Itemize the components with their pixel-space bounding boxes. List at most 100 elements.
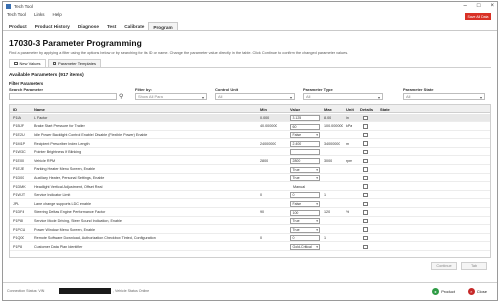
continue-button[interactable]: Continue xyxy=(431,262,457,270)
close-button[interactable]: × Close xyxy=(467,287,487,296)
details-checkbox[interactable] xyxy=(363,235,368,241)
details-checkbox[interactable] xyxy=(363,244,368,249)
table-row[interactable]: JPL Lane change supports LDC enable False ▾ xyxy=(10,200,490,208)
table-row[interactable]: P1BJF Brake Start Pressure for Trailer 40.… xyxy=(10,123,490,131)
section-title: Available Parameters (917 items) xyxy=(9,73,84,78)
menu-item-links[interactable]: Links xyxy=(34,12,45,17)
tab-test[interactable]: Test xyxy=(103,22,120,30)
status-bar: Connection Status: VIN , Vehicle Status … xyxy=(3,282,497,300)
page-description: Find a parameter by applying a filter us… xyxy=(9,51,349,55)
table-row[interactable]: P1P8 Customer Data Plan Identifier Gold-Cr… xyxy=(10,243,490,251)
close-icon[interactable]: × xyxy=(490,3,494,9)
menu-item-help[interactable]: Help xyxy=(52,12,61,17)
col-value[interactable]: Value xyxy=(290,107,300,112)
cell-max: 8.00 xyxy=(324,115,332,120)
main-tabs: Product Product History Diagnose Test Ca… xyxy=(3,22,497,31)
cell-max: 1 xyxy=(324,193,327,198)
save-all-button[interactable]: Save All Data xyxy=(465,13,491,20)
value-select[interactable]: True ▾ xyxy=(290,166,320,173)
parameter-state-label: Parameter State xyxy=(403,87,434,92)
details-checkbox[interactable] xyxy=(363,201,368,206)
parameter-type-select[interactable]: All ▾ xyxy=(303,93,383,100)
tab-product-history[interactable]: Product History xyxy=(31,22,74,30)
value-select[interactable]: False ▾ xyxy=(290,201,320,207)
tab-button[interactable]: Tab xyxy=(461,262,487,270)
value-select[interactable]: Gold-Critical ▾ xyxy=(290,244,320,250)
col-unit[interactable]: Unit xyxy=(346,107,354,112)
value-select[interactable]: True ▾ xyxy=(290,218,320,225)
details-checkbox[interactable] xyxy=(363,141,368,146)
cell-unit: rpm xyxy=(346,158,353,163)
search-input[interactable] xyxy=(9,93,117,100)
table-header: ID Name Min Value Max Unit Details State xyxy=(10,105,490,113)
table-row[interactable]: P1IA L Factor 0.000 3.125 8.00 in xyxy=(10,114,490,122)
cell-max: 100.000000 xyxy=(324,124,344,129)
details-checkbox[interactable] xyxy=(363,192,368,198)
table-row[interactable]: P1PCU Power Window Menu Screen, Enable Tru… xyxy=(10,226,490,234)
value-input[interactable]: 3.125 xyxy=(290,115,320,121)
table-row[interactable]: P1W3C Pointer Brightness If Blinking xyxy=(10,148,490,157)
details-checkbox[interactable] xyxy=(363,175,368,181)
details-checkbox[interactable] xyxy=(363,132,368,138)
parameter-state-select[interactable]: All ▾ xyxy=(403,93,485,100)
table-row[interactable]: P1EJE Parking Heater Menu Screen, Enable T… xyxy=(10,166,490,174)
product-label: Product xyxy=(441,289,455,294)
product-button[interactable]: ▸ Product xyxy=(432,287,455,296)
details-checkbox[interactable] xyxy=(363,115,368,120)
details-checkbox[interactable] xyxy=(363,158,368,163)
table-row[interactable]: P1M1P Recipient Prescriber Index Length 24… xyxy=(10,140,490,148)
col-max[interactable]: Max xyxy=(324,107,332,112)
filter-by-select[interactable]: Show All Para ▾ xyxy=(135,93,207,100)
cell-value: True xyxy=(292,227,300,232)
cell-value: 0 xyxy=(292,236,295,241)
value-input[interactable]: 100 xyxy=(290,209,320,216)
table-row[interactable]: P1D00 Auxiliary Heater, Personal Settings… xyxy=(10,174,490,183)
tab-program[interactable]: Program xyxy=(148,22,178,30)
chevron-down-icon: ▾ xyxy=(479,95,482,100)
search-icon[interactable]: ⚲ xyxy=(119,93,123,100)
table-row[interactable]: P1E00 Vehicle RPM 2800 2800 3000 rpm xyxy=(10,157,490,165)
table-row[interactable]: P1WJT Service Indicator Limit 0 0 1 xyxy=(10,191,490,200)
control-unit-select[interactable]: All ▾ xyxy=(215,93,295,100)
table-row[interactable]: P1P8I Service Mode Driving, Steer Sound I… xyxy=(10,217,490,226)
parameter-type-value: All xyxy=(306,94,311,99)
value-input[interactable]: 0 xyxy=(290,235,320,242)
details-checkbox[interactable] xyxy=(363,124,368,129)
details-checkbox[interactable] xyxy=(363,149,368,155)
col-id[interactable]: ID xyxy=(13,107,17,112)
cell-id: P1W3C xyxy=(13,150,26,155)
value-input[interactable]: 2.400 xyxy=(290,140,320,147)
tab-diagnose[interactable]: Diagnose xyxy=(74,22,103,30)
value-input[interactable] xyxy=(290,149,320,156)
minimize-icon[interactable]: – xyxy=(464,3,467,9)
details-checkbox[interactable] xyxy=(363,184,368,189)
details-checkbox[interactable] xyxy=(363,218,368,224)
table-row[interactable]: P1DMK Headlight Vertical Adjustment, Offs… xyxy=(10,183,490,191)
details-checkbox[interactable] xyxy=(363,227,368,232)
col-state[interactable]: State xyxy=(380,107,390,112)
details-checkbox[interactable] xyxy=(363,167,368,172)
table-row[interactable]: P1Q00 Remote Software Download, Authoriza… xyxy=(10,234,490,243)
value-input[interactable]: 2800 xyxy=(290,158,320,164)
parameter-type-label: Parameter Type xyxy=(303,87,333,92)
maximize-icon[interactable]: □ xyxy=(477,3,481,9)
table-row[interactable]: P1DF4 Steering Deltas Engine Performance … xyxy=(10,209,490,217)
subtab-new-values[interactable]: New Values xyxy=(9,59,46,67)
tab-calibrate[interactable]: Calibrate xyxy=(120,22,148,30)
col-details[interactable]: Details xyxy=(360,107,373,112)
menu-item-tech-tool[interactable]: Tech Tool xyxy=(7,12,26,17)
tab-product[interactable]: Product xyxy=(5,22,31,30)
value-input[interactable]: 60 xyxy=(290,123,320,130)
value-select[interactable]: False ▾ xyxy=(290,132,320,139)
cell-name: Idle Power Backlight Control Enable/ Dis… xyxy=(34,132,148,137)
cell-id: JPL xyxy=(13,201,20,206)
page-title: 17030-3 Parameter Programming xyxy=(9,38,142,48)
col-min[interactable]: Min xyxy=(260,107,267,112)
value-select[interactable]: True ▾ xyxy=(290,175,320,182)
details-checkbox[interactable] xyxy=(363,210,368,215)
col-name[interactable]: Name xyxy=(34,107,45,112)
value-select[interactable]: True ▾ xyxy=(290,226,320,233)
subtab-parameter-templates[interactable]: Parameter Templates xyxy=(47,59,101,67)
table-row[interactable]: P1E2U Idle Power Backlight Control Enable… xyxy=(10,131,490,140)
value-input[interactable]: 0 xyxy=(290,192,320,199)
